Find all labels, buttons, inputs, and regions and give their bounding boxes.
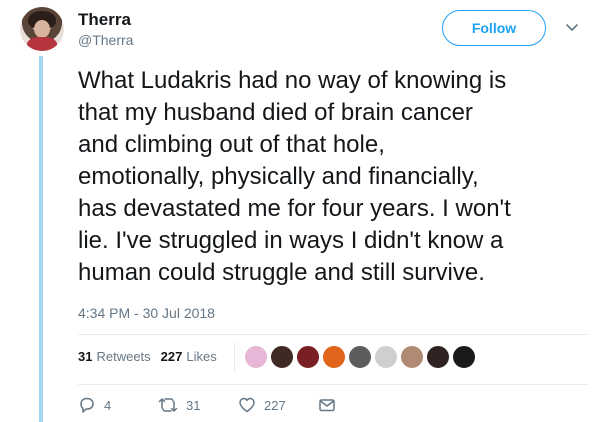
- likes-label: Likes: [186, 349, 217, 364]
- tweet-timestamp[interactable]: 4:34 PM - 30 Jul 2018: [78, 305, 215, 321]
- reply-count: 4: [104, 397, 112, 413]
- avatar-icon[interactable]: [452, 345, 476, 369]
- direct-message-button[interactable]: [318, 396, 336, 414]
- avatar-face: [34, 20, 50, 38]
- chevron-down-icon[interactable]: [565, 20, 579, 34]
- tweet-line: lie. I've struggled in ways I didn't kno…: [78, 227, 504, 254]
- avatar-shirt: [27, 37, 57, 51]
- retweet-icon: [158, 398, 178, 412]
- reply-button[interactable]: 4: [78, 396, 158, 414]
- avatar[interactable]: [20, 7, 64, 51]
- tweet-text: What Ludakris had no way of knowing is t…: [78, 65, 578, 289]
- thread-line: [39, 56, 43, 422]
- avatar-icon[interactable]: [400, 345, 424, 369]
- retweet-button[interactable]: 31: [158, 396, 238, 414]
- tweet-stats: 31 Retweets 227 Likes: [78, 349, 217, 364]
- like-count: 227: [264, 397, 286, 413]
- tweet-actions: 4 31 227: [78, 396, 336, 414]
- avatar-icon[interactable]: [270, 345, 294, 369]
- heart-icon: [239, 397, 255, 413]
- avatar-icon[interactable]: [322, 345, 346, 369]
- follow-button[interactable]: Follow: [442, 10, 546, 46]
- envelope-icon: [319, 399, 335, 412]
- tweet-line: and climbing out of that hole,: [78, 131, 385, 158]
- divider: [234, 342, 235, 372]
- likes-count: 227: [160, 349, 183, 364]
- tweet-line: emotionally, physically and financially,: [78, 163, 479, 190]
- tweet-line: What Ludakris had no way of knowing is: [78, 67, 507, 94]
- tweet-line: that my husband died of brain cancer: [78, 99, 473, 126]
- avatar-icon[interactable]: [296, 345, 320, 369]
- divider: [78, 384, 588, 385]
- tweet-line: has devastated me for four years. I won'…: [78, 195, 511, 222]
- retweets-count: 31: [78, 349, 93, 364]
- liker-avatars: [244, 345, 476, 369]
- avatar-icon[interactable]: [348, 345, 372, 369]
- avatar-icon[interactable]: [426, 345, 450, 369]
- likes-stat[interactable]: 227 Likes: [161, 349, 217, 364]
- retweets-stat[interactable]: 31 Retweets: [78, 349, 151, 364]
- retweet-count: 31: [186, 397, 201, 413]
- avatar-icon[interactable]: [374, 345, 398, 369]
- user-handle[interactable]: @Therra: [78, 32, 133, 48]
- tweet-line: human could struggle and still survive.: [78, 259, 485, 286]
- display-name[interactable]: Therra: [78, 10, 131, 30]
- divider: [78, 334, 588, 335]
- like-button[interactable]: 227: [238, 396, 318, 414]
- reply-icon: [80, 397, 94, 413]
- retweets-label: Retweets: [96, 349, 151, 364]
- avatar-icon[interactable]: [244, 345, 268, 369]
